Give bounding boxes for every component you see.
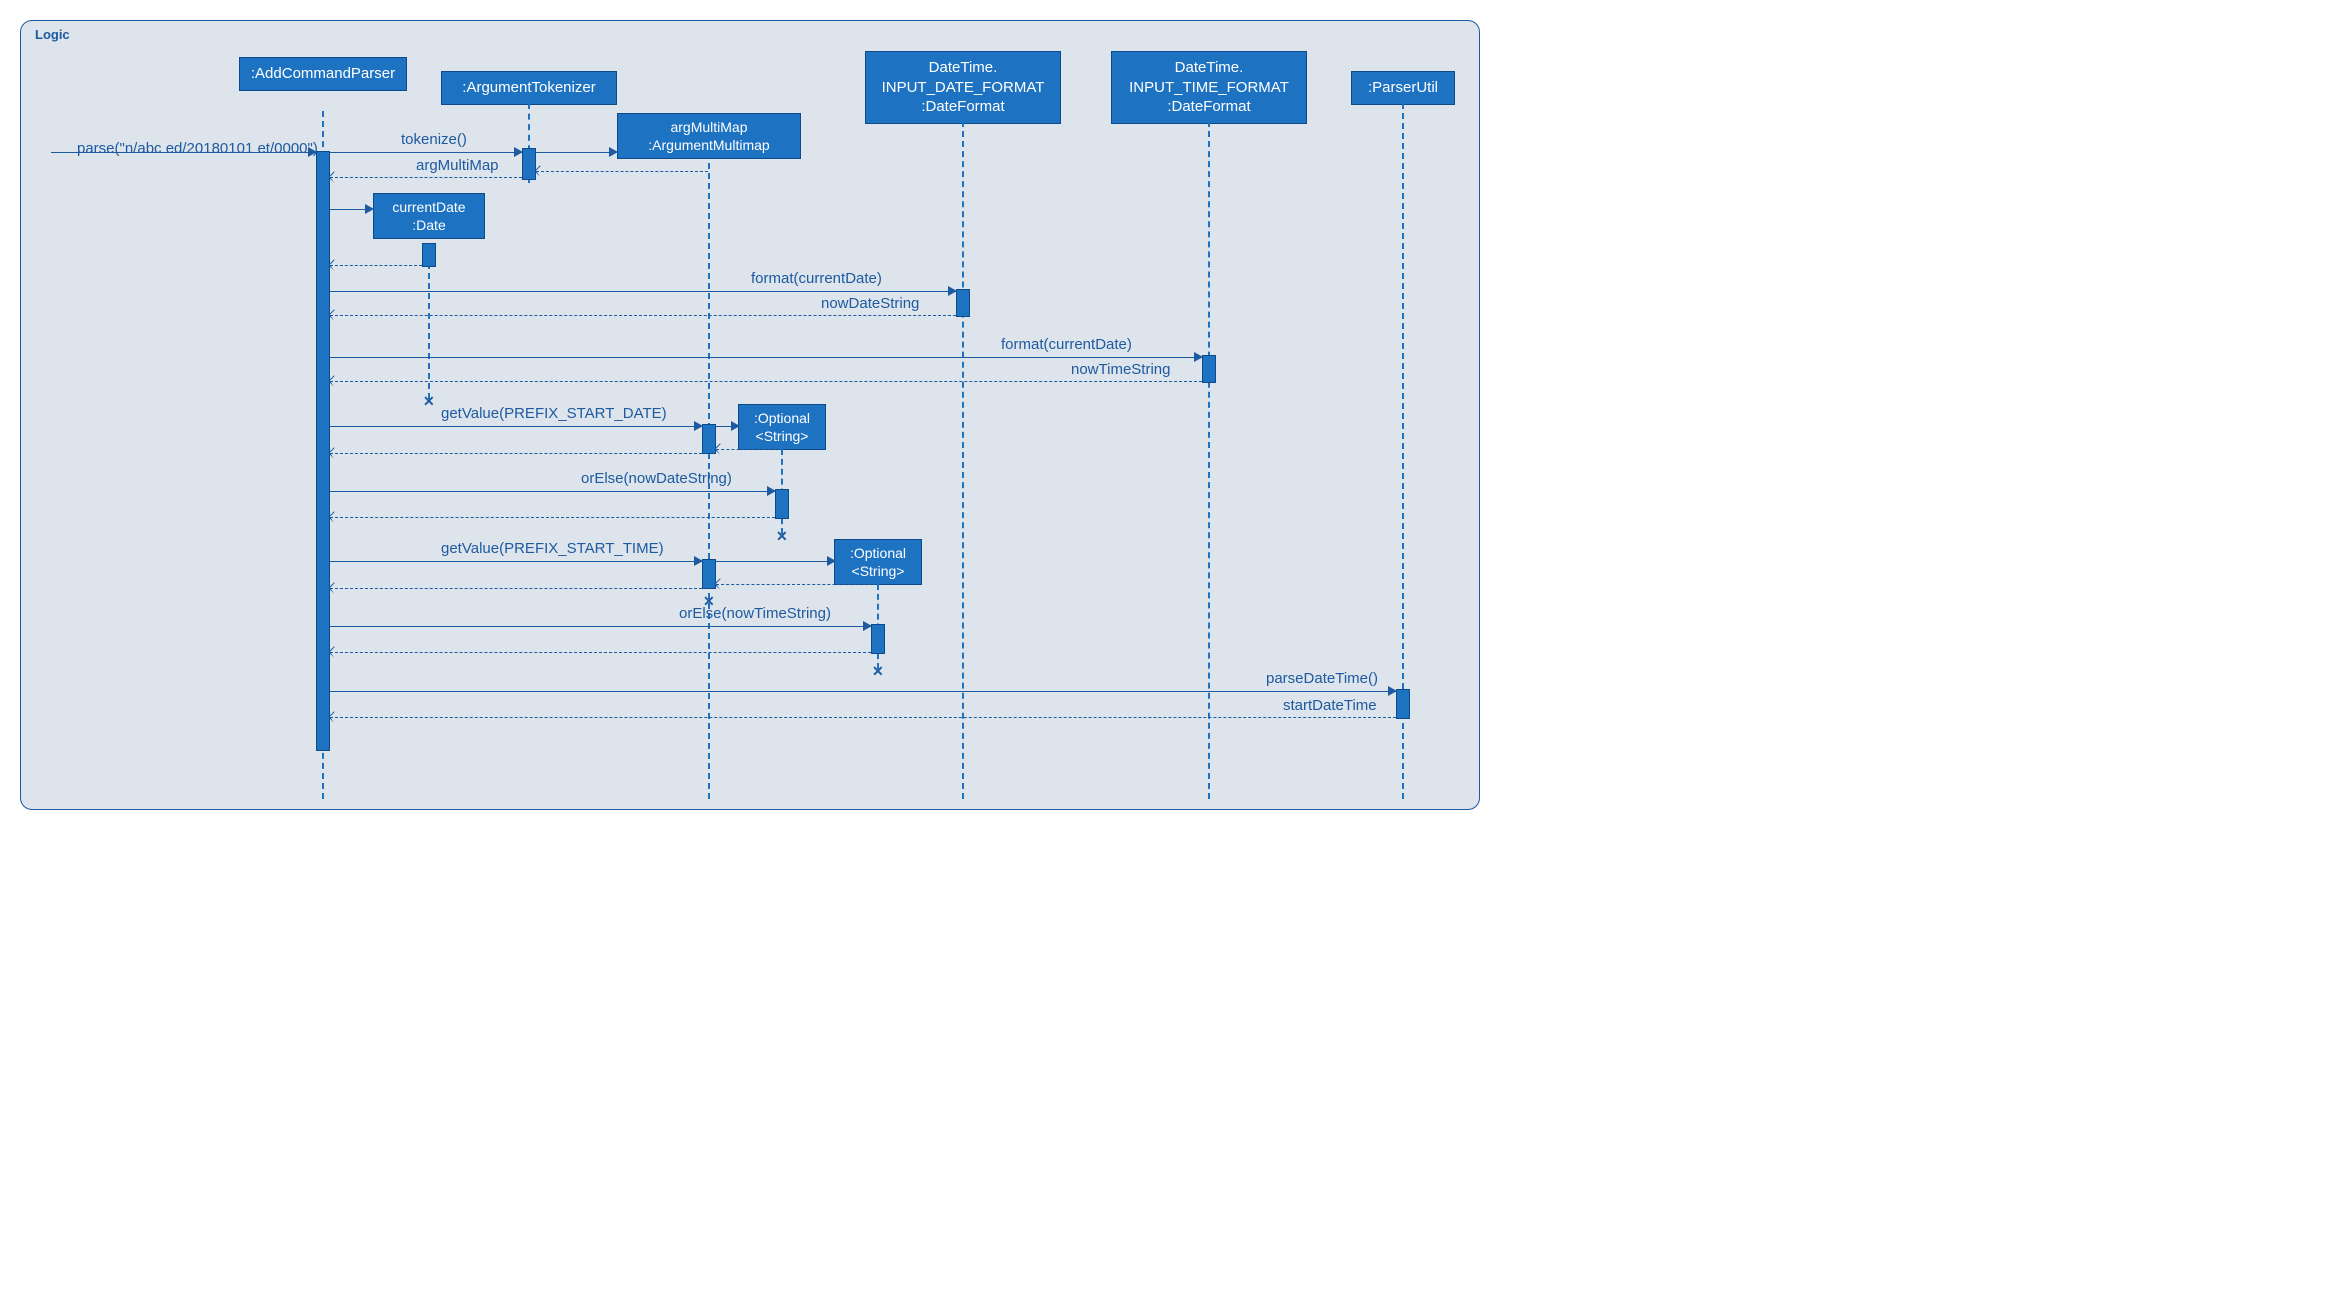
- arrow-create-opt1: [731, 421, 740, 431]
- msg-startdt: startDateTime: [1283, 697, 1377, 714]
- lifeline-arg-multimap: argMultiMap :ArgumentMultimap: [617, 113, 801, 159]
- destroy-opt1: ✕: [776, 528, 788, 545]
- msg-parsedt: parseDateTime(): [1266, 670, 1378, 687]
- lifeline-dash-idf: [962, 121, 964, 799]
- arrow-format2: [1194, 352, 1203, 362]
- line-tokenize: [330, 152, 522, 153]
- arrow-ret-orelse2: [328, 646, 339, 657]
- ret-opt2-amm: [716, 584, 876, 585]
- line-getval2: [330, 561, 702, 562]
- lifeline-input-time-format: DateTime. INPUT_TIME_FORMAT :DateFormat: [1111, 51, 1307, 124]
- msg-format2: format(currentDate): [1001, 336, 1132, 353]
- msg-getval1: getValue(PREFIX_START_DATE): [441, 405, 667, 422]
- arrow-ret-nowdate: [328, 309, 339, 320]
- ret-nowdate: [330, 315, 956, 316]
- activation-itf: [1202, 355, 1216, 383]
- lifeline-add-command-parser: :AddCommandParser: [239, 57, 407, 91]
- arrow-ret-amm: [328, 171, 339, 182]
- ret-getval1: [330, 453, 702, 454]
- arrow-ret-opt2-amm: [714, 578, 725, 589]
- arrow-orelse2: [863, 621, 872, 631]
- line-parse: [51, 152, 316, 153]
- msg-getval2: getValue(PREFIX_START_TIME): [441, 540, 664, 557]
- arrow-tokenize: [514, 147, 523, 157]
- arrow-ret-getval2: [328, 582, 339, 593]
- line-create-amm: [536, 152, 616, 153]
- ret-cd: [330, 265, 422, 266]
- activation-pu: [1396, 689, 1410, 719]
- line-format1: [330, 291, 956, 292]
- arrow-create-cd: [365, 204, 374, 214]
- line-getval1: [330, 426, 702, 427]
- arrow-create-amm: [609, 147, 618, 157]
- msg-format1: format(currentDate): [751, 270, 882, 287]
- arrow-orelse1: [767, 486, 776, 496]
- activation-opt1: [775, 489, 789, 519]
- activation-acp: [316, 151, 330, 751]
- lifeline-current-date: currentDate :Date: [373, 193, 485, 239]
- logic-frame: Logic :AddCommandParser :ArgumentTokeniz…: [20, 20, 1480, 810]
- arrow-ret-amm-tok: [534, 165, 545, 176]
- arrow-format1: [948, 286, 957, 296]
- ret-amm-tokenizer: [536, 171, 708, 172]
- lifeline-parser-util: :ParserUtil: [1351, 71, 1455, 105]
- arrow-ret-orelse1: [328, 511, 339, 522]
- lifeline-optional2: :Optional <String>: [834, 539, 922, 585]
- msg-tokenize: tokenize(): [401, 131, 467, 148]
- msg-nowdate: nowDateString: [821, 295, 919, 312]
- lifeline-input-date-format: DateTime. INPUT_DATE_FORMAT :DateFormat: [865, 51, 1061, 124]
- arrow-ret-opt1-amm: [714, 443, 725, 454]
- arrow-ret-startdt: [328, 711, 339, 722]
- arrow-ret-getval1: [328, 447, 339, 458]
- activation-opt2: [871, 624, 885, 654]
- destroy-cd: ✕: [423, 393, 435, 410]
- ret-orelse1: [330, 517, 775, 518]
- ret-getval2: [330, 588, 702, 589]
- line-orelse2: [330, 626, 871, 627]
- msg-parse: parse("n/abc ed/20180101 et/0000"): [77, 139, 313, 159]
- ret-opt1-amm: [716, 449, 781, 450]
- arrow-ret-nowtime: [328, 375, 339, 386]
- ret-orelse2: [330, 652, 871, 653]
- msg-orelse2: orElse(nowTimeString): [679, 605, 831, 622]
- arrow-parsedt: [1388, 686, 1397, 696]
- arrow-getval2: [694, 556, 703, 566]
- ret-startdt: [330, 717, 1396, 718]
- activation-idf: [956, 289, 970, 317]
- line-create-opt2: [716, 561, 833, 562]
- ret-argmultimap: [330, 177, 522, 178]
- line-parsedt: [330, 691, 1396, 692]
- msg-orelse1: orElse(nowDateString): [581, 470, 732, 487]
- line-format2: [330, 357, 1202, 358]
- line-orelse1: [330, 491, 775, 492]
- msg-nowtime: nowTimeString: [1071, 361, 1170, 378]
- frame-label: Logic: [35, 27, 70, 42]
- lifeline-argument-tokenizer: :ArgumentTokenizer: [441, 71, 617, 105]
- ret-nowtime: [330, 381, 1202, 382]
- lifeline-dash-itf: [1208, 121, 1210, 799]
- activation-cd: [422, 243, 436, 267]
- arrow-ret-cd: [328, 259, 339, 270]
- lifeline-optional1: :Optional <String>: [738, 404, 826, 450]
- destroy-opt2: ✕: [872, 663, 884, 680]
- arrow-parse: [308, 147, 317, 157]
- msg-argmultimap-ret: argMultiMap: [416, 157, 499, 174]
- arrow-getval1: [694, 421, 703, 431]
- arrow-create-opt2: [827, 556, 836, 566]
- activation-tokenizer: [522, 148, 536, 180]
